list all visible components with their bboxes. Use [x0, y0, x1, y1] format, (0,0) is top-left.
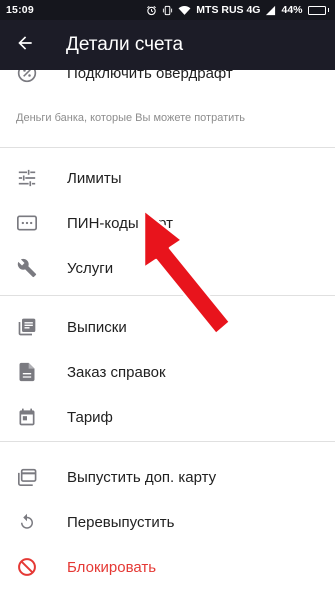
menu-item-label: Подключить овердрафт — [67, 70, 233, 82]
status-indicators: MTS RUS 4G 44% — [146, 4, 329, 16]
menu-item-services[interactable]: Услуги — [0, 246, 335, 290]
vibrate-icon — [162, 5, 173, 16]
menu-item-label: Перевыпустить — [67, 513, 175, 531]
status-time: 15:09 — [6, 4, 34, 16]
divider — [0, 147, 335, 148]
arrow-left-icon — [15, 33, 35, 58]
overdraft-hint: Деньги банка, которые Вы можете потратит… — [16, 112, 246, 124]
block-icon — [16, 556, 38, 578]
battery-icon — [307, 5, 329, 15]
account-details-list: Подключить овердрафт Деньги банка, котор… — [0, 70, 335, 596]
back-button[interactable] — [0, 20, 50, 70]
document-icon — [16, 361, 38, 383]
wifi-icon — [178, 5, 191, 16]
menu-item-tariff[interactable]: Тариф — [0, 395, 335, 439]
menu-item-overdraft[interactable]: Подключить овердрафт — [0, 70, 335, 95]
menu-item-order-certificates[interactable]: Заказ справок — [0, 350, 335, 394]
menu-item-limits[interactable]: Лимиты — [0, 156, 335, 200]
wrench-icon — [16, 257, 38, 279]
menu-item-issue-extra-card[interactable]: Выпустить доп. карту — [0, 455, 335, 499]
percent-icon — [16, 70, 38, 84]
status-bar: 15:09 MTS RUS 4G 44% — [0, 0, 335, 20]
calendar-icon — [16, 406, 38, 428]
pin-code-icon — [16, 212, 38, 234]
sliders-icon — [16, 167, 38, 189]
divider — [0, 295, 335, 296]
statements-icon — [16, 316, 38, 338]
menu-item-reissue[interactable]: Перевыпустить — [0, 500, 335, 544]
divider — [0, 441, 335, 442]
menu-item-label: Заказ справок — [67, 363, 166, 381]
reissue-icon — [16, 511, 38, 533]
menu-item-pin-codes[interactable]: ПИН-коды карт — [0, 201, 335, 245]
card-icon — [16, 466, 38, 488]
alarm-icon — [146, 5, 157, 16]
menu-item-label: Выпустить доп. карту — [67, 468, 217, 486]
status-carrier: MTS RUS 4G — [196, 4, 261, 16]
battery-percent: 44% — [281, 4, 303, 16]
menu-item-label: Лимиты — [67, 169, 122, 187]
signal-icon — [265, 5, 276, 16]
menu-item-label: Выписки — [67, 318, 127, 336]
app-bar: Детали счета — [0, 20, 335, 70]
menu-item-label: Услуги — [67, 259, 114, 277]
page-title: Детали счета — [66, 34, 184, 55]
menu-item-block[interactable]: Блокировать — [0, 545, 335, 589]
menu-item-label: Тариф — [67, 408, 113, 426]
menu-item-label: ПИН-коды карт — [67, 214, 173, 232]
menu-item-statements[interactable]: Выписки — [0, 305, 335, 349]
menu-item-label: Блокировать — [67, 558, 157, 576]
